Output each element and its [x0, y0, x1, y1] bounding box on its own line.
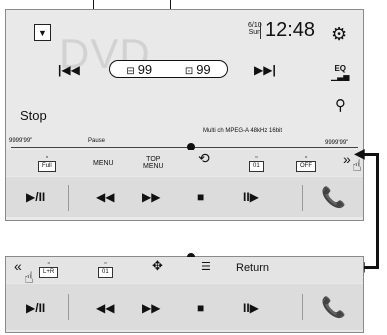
camera-icon: ▫ — [104, 260, 107, 267]
angle-button[interactable]: ▫ 01 — [98, 260, 113, 278]
slow-play-button[interactable]: II▶ — [243, 301, 259, 315]
connector-vertical — [376, 153, 379, 268]
speaker-icon: ▫ — [45, 154, 49, 161]
previous-track-button[interactable]: |◀◀ — [58, 63, 80, 77]
toggle-icon: ▫ — [304, 154, 308, 161]
remaining-time: 9999'99" — [325, 140, 349, 146]
hand-pointer-icon: ☝ — [24, 270, 34, 287]
transport-separator — [302, 294, 303, 320]
more-functions-button[interactable]: » — [343, 152, 351, 166]
joystick-icon[interactable]: ✥ — [152, 259, 163, 272]
chapter-number: 99 — [196, 61, 211, 77]
function-bar-1: ▫ Full MENU TOP MENU ⟲ ▫ 01 ▫ OFF » — [6, 150, 363, 176]
audio-channel-button[interactable]: ▫ L+R — [39, 260, 59, 278]
playback-status: Stop — [20, 108, 47, 123]
phone-icon[interactable]: 📞 — [321, 295, 346, 320]
eq-button[interactable]: EQ ▁▃▅ — [331, 65, 349, 81]
menu-dropdown-button[interactable]: ▼ — [34, 24, 51, 41]
eq-bars-icon: ▁▃▅ — [331, 72, 350, 81]
subtitle-icon: ▫ — [255, 154, 258, 161]
title-number: 99 — [137, 61, 153, 77]
rewind-button[interactable]: ◀◀ — [96, 301, 114, 315]
audio-format-info: Multi ch MPEG-A 48kHz 16bit — [203, 128, 283, 134]
settings-gear-icon[interactable]: ⚙ — [331, 24, 347, 45]
rewind-button[interactable]: ◀◀ — [96, 190, 114, 204]
clock-divider — [260, 23, 261, 39]
back-functions-button[interactable]: « — [14, 259, 22, 273]
speaker-icon: ▫ — [47, 260, 50, 267]
function-bar-2: « ▫ L+R ▫ 01 ✥ ☰ Return — [6, 257, 363, 283]
next-track-button[interactable]: ▶▶| — [254, 63, 276, 77]
search-icon[interactable]: ⚲ — [335, 96, 346, 114]
av-source-screen-bottom: « ▫ L+R ▫ 01 ✥ ☰ Return ▶/II ◀◀ ▶▶ ■ II▶… — [5, 253, 364, 333]
fast-forward-button[interactable]: ▶▶ — [142, 301, 160, 315]
clock: 12:48 — [265, 19, 316, 41]
elapsed-time: 9999'99" — [9, 138, 33, 144]
top-menu-button[interactable]: TOP MENU — [143, 156, 164, 170]
title-chapter-display[interactable]: ⊟ 99 ⊡ 99 — [109, 60, 228, 78]
fast-forward-button[interactable]: ▶▶ — [142, 190, 160, 204]
play-pause-button[interactable]: ▶/II — [26, 301, 45, 315]
repeat-icon[interactable]: ⟲ — [198, 151, 210, 165]
progress-bar[interactable] — [11, 147, 358, 148]
transport-separator — [68, 294, 69, 320]
subtitle-button[interactable]: ▫ 01 — [249, 154, 264, 172]
stop-button[interactable]: ■ — [197, 190, 204, 204]
return-button[interactable]: Return — [236, 263, 269, 274]
transport-separator — [68, 185, 69, 211]
play-pause-button[interactable]: ▶/II — [26, 190, 45, 204]
menu-button[interactable]: MENU — [93, 160, 114, 167]
transport-bar-1: ▶/II ◀◀ ▶▶ ■ II▶ 📞 — [6, 177, 363, 217]
list-icon[interactable]: ☰ — [201, 262, 211, 273]
pause-label: Pause — [88, 138, 106, 144]
av-source-screen-top: ▼ DVD 6/10 Sun 12:48 ⚙ |◀◀ ⊟ 99 ⊡ 99 ▶▶| E… — [5, 9, 364, 221]
chevron-down-icon: ▼ — [38, 27, 47, 38]
hand-pointer-icon: ☝ — [352, 158, 362, 175]
stop-button[interactable]: ■ — [197, 301, 204, 315]
off-button[interactable]: ▫ OFF — [296, 154, 316, 172]
chapter-icon: ⊡ — [184, 65, 194, 77]
transport-separator — [302, 185, 303, 211]
slow-play-button[interactable]: II▶ — [243, 190, 259, 204]
title-icon: ⊟ — [126, 65, 135, 77]
phone-icon[interactable]: 📞 — [321, 185, 346, 210]
transport-bar-2: ▶/II ◀◀ ▶▶ ■ II▶ 📞 — [6, 284, 363, 330]
aspect-button[interactable]: ▫ Full — [38, 154, 56, 172]
